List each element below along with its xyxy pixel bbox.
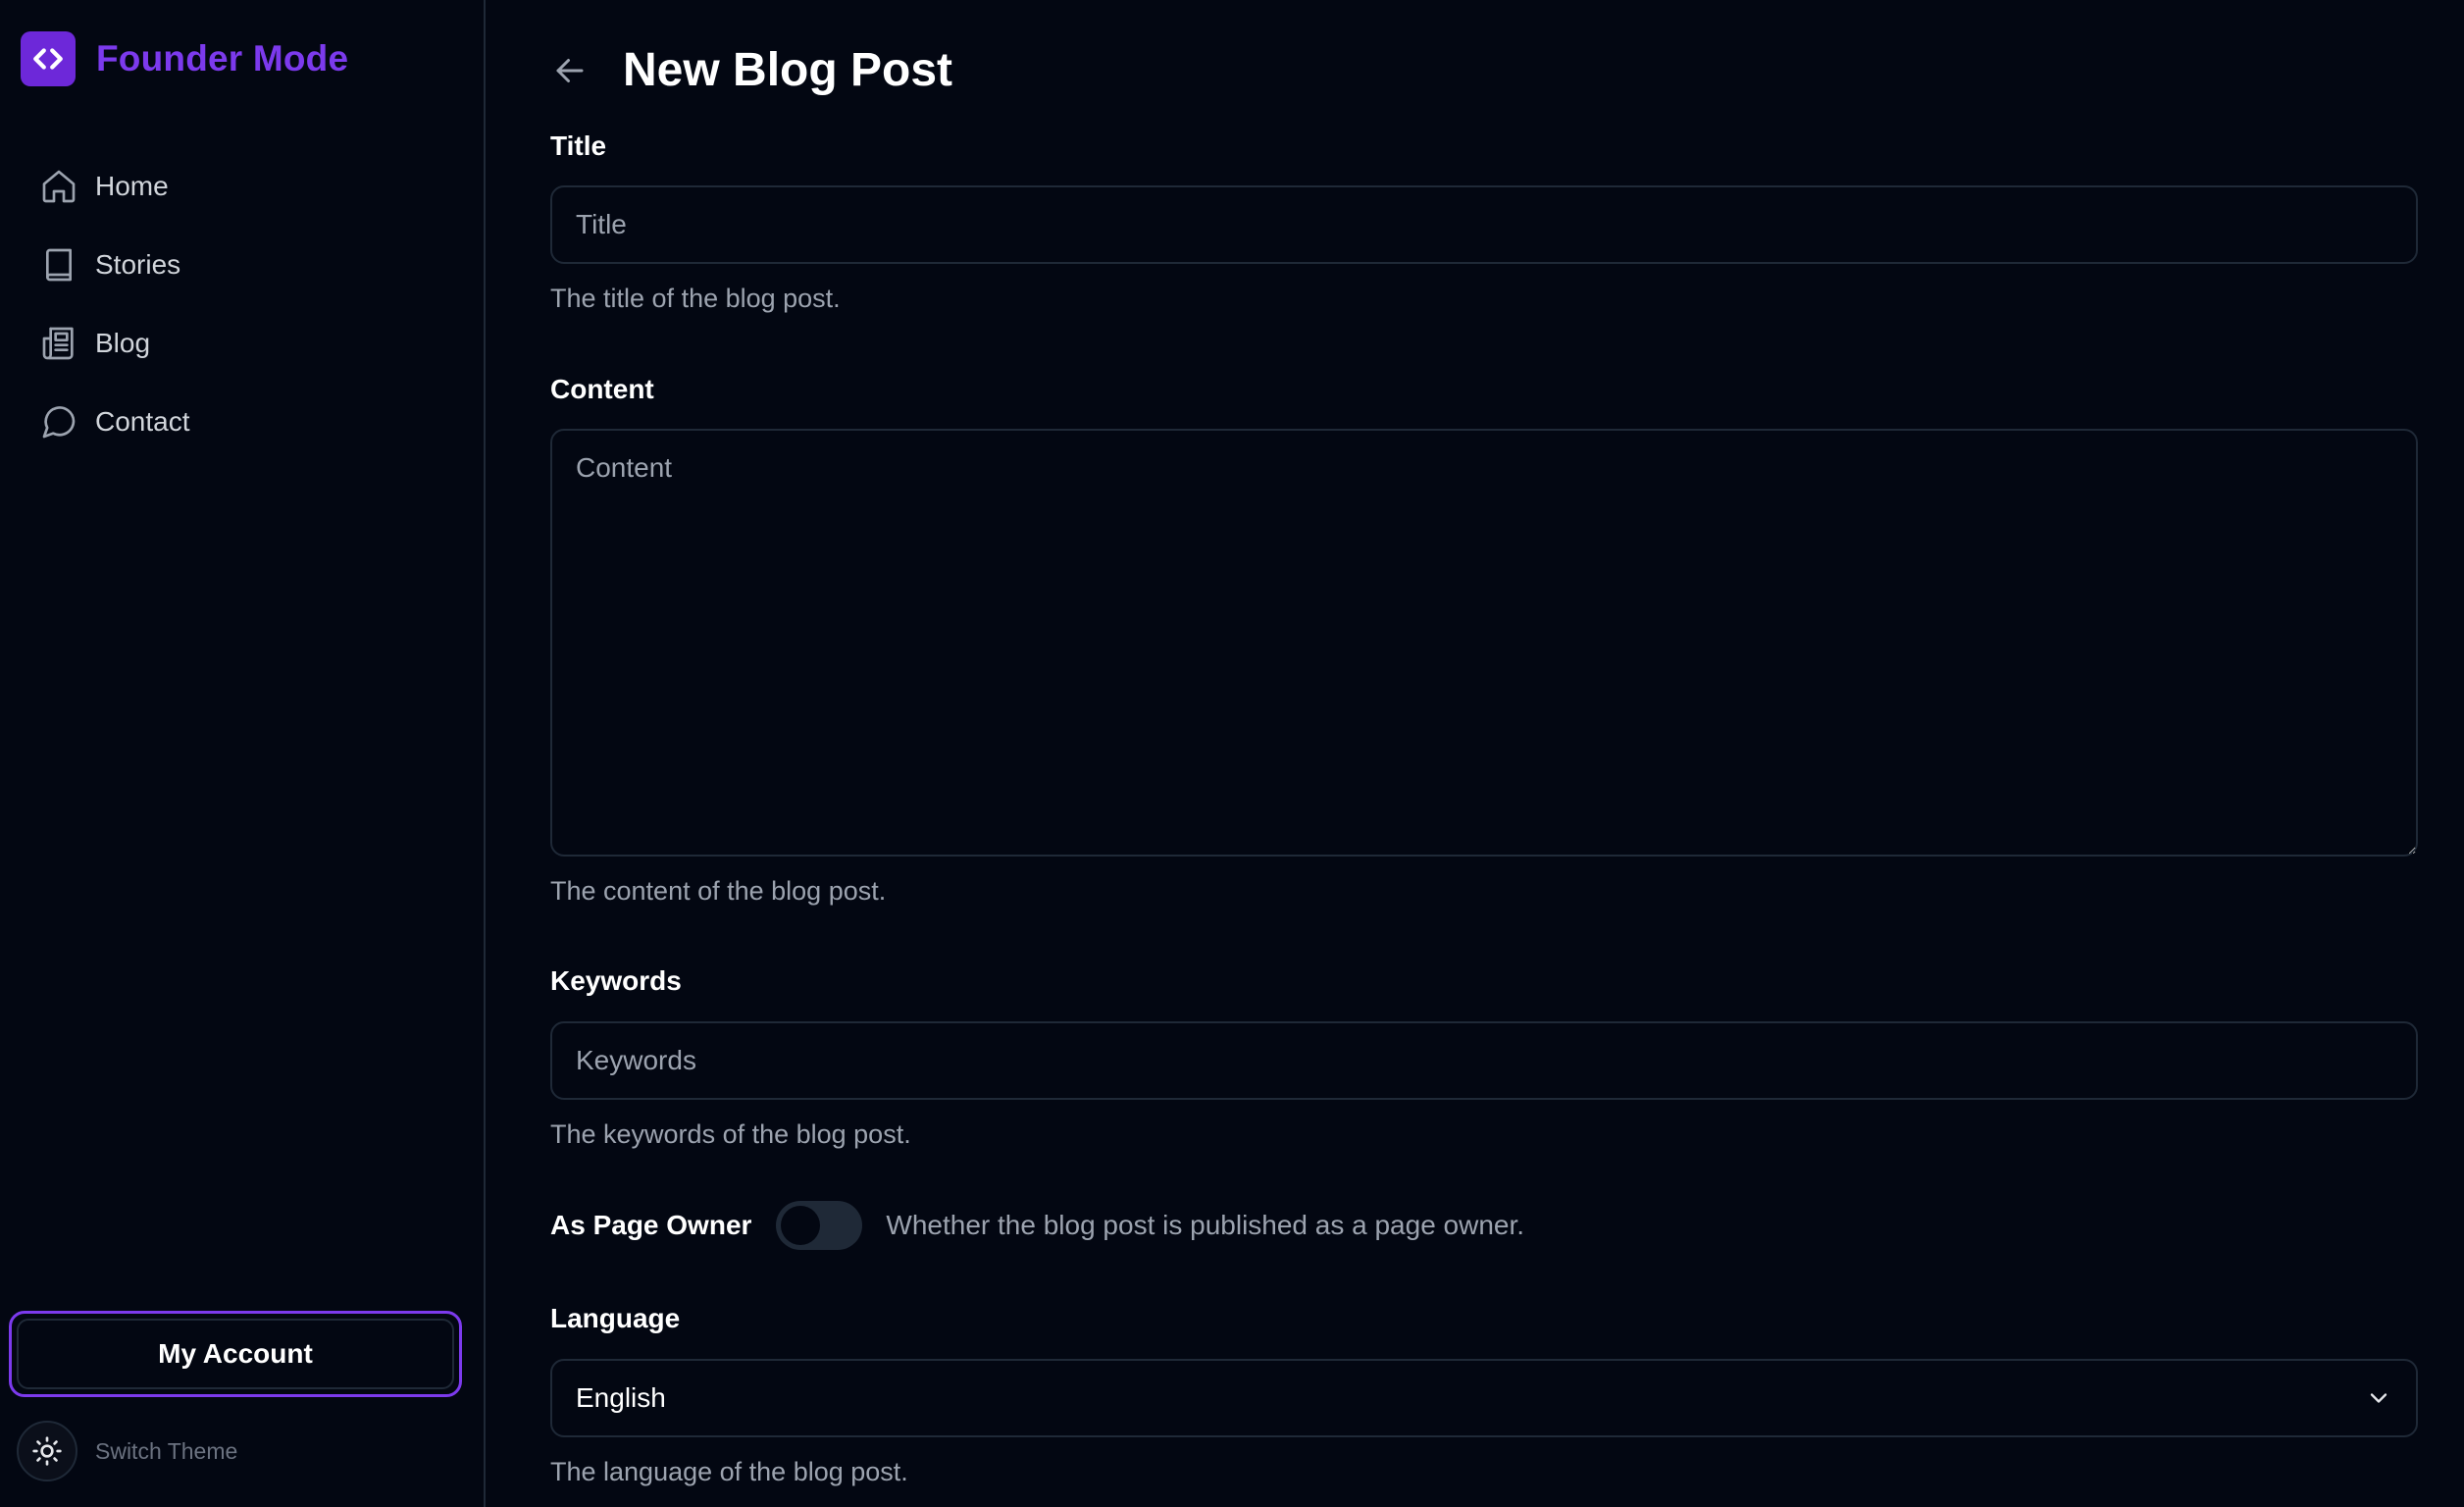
message-circle-icon: [42, 406, 76, 439]
sidebar-item-label: Home: [95, 171, 169, 201]
sidebar-item-home[interactable]: Home: [39, 147, 190, 226]
language-select[interactable]: English: [550, 1359, 2418, 1437]
language-label: Language: [550, 1303, 681, 1333]
sun-icon: [32, 1436, 62, 1466]
sidebar-item-stories[interactable]: Stories: [39, 226, 190, 304]
sidebar-item-label: Stories: [95, 249, 181, 280]
switch-theme-button[interactable]: [17, 1421, 77, 1481]
title-input[interactable]: [550, 185, 2418, 264]
page-title: New Blog Post: [623, 44, 953, 96]
language-selected-value: English: [576, 1382, 666, 1413]
page-owner-toggle[interactable]: [776, 1201, 863, 1250]
sidebar-item-label: Contact: [95, 406, 190, 437]
title-help-text: The title of the blog post.: [550, 284, 841, 313]
page-owner-row: As Page Owner Whether the blog post is p…: [550, 1201, 1524, 1250]
content-help-text: The content of the blog post.: [550, 876, 887, 906]
arrow-left-icon: [556, 58, 584, 82]
switch-theme-label: Switch Theme: [95, 1437, 238, 1464]
book-icon: [46, 248, 72, 282]
code-brackets-icon: [21, 31, 76, 86]
sidebar-item-blog[interactable]: Blog: [39, 304, 190, 383]
my-account-button[interactable]: My Account: [17, 1319, 454, 1389]
content-label: Content: [550, 374, 654, 404]
page-owner-label: As Page Owner: [550, 1210, 752, 1240]
keywords-help-text: The keywords of the blog post.: [550, 1119, 911, 1149]
sidebar: Founder Mode Home Stories Blog Contact M…: [0, 0, 486, 1507]
toggle-knob: [781, 1206, 821, 1245]
brand[interactable]: Founder Mode: [21, 31, 348, 86]
newspaper-icon: [42, 327, 74, 360]
account-button-focus-ring: My Account: [9, 1311, 462, 1397]
home-icon: [42, 170, 76, 203]
language-help-text: The language of the blog post.: [550, 1457, 908, 1486]
chevron-down-icon: [2370, 1393, 2387, 1403]
back-button[interactable]: [550, 51, 590, 90]
keywords-label: Keywords: [550, 965, 682, 996]
sidebar-item-label: Blog: [95, 328, 151, 358]
sidebar-nav: Home Stories Blog Contact: [39, 147, 190, 461]
content-textarea[interactable]: [550, 429, 2418, 857]
keywords-input[interactable]: [550, 1021, 2418, 1100]
brand-name: Founder Mode: [96, 38, 349, 78]
page-header: New Blog Post: [550, 43, 952, 97]
switch-theme: Switch Theme: [17, 1421, 237, 1481]
sidebar-item-contact[interactable]: Contact: [39, 383, 190, 461]
page-owner-help-text: Whether the blog post is published as a …: [886, 1210, 1525, 1240]
title-label: Title: [550, 130, 607, 161]
